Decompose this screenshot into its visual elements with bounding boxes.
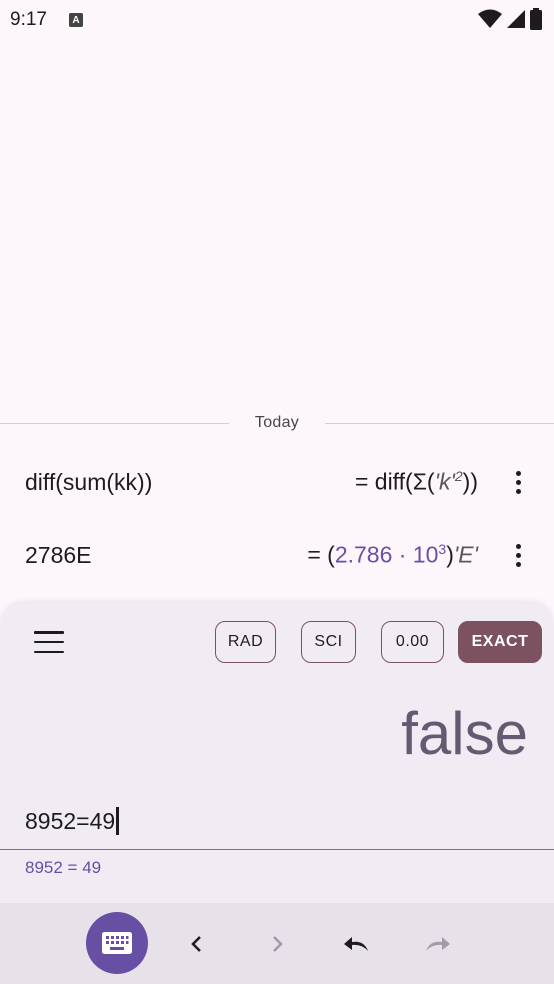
history-expression[interactable]: diff(sum(kk)) <box>25 469 152 496</box>
exact-mode-chip[interactable]: EXACT <box>458 621 542 663</box>
wifi-icon <box>478 9 502 28</box>
history-result[interactable]: = diff(Σ('k'2)) <box>355 468 478 496</box>
expression-input[interactable]: 8952=49 <box>25 807 119 835</box>
cursor-right-button[interactable] <box>260 927 294 961</box>
angle-mode-chip[interactable]: RAD <box>215 621 276 663</box>
cursor-left-button[interactable] <box>180 927 214 961</box>
bottom-toolbar <box>0 903 554 984</box>
notification-a-icon: A <box>68 13 83 27</box>
history-result[interactable]: = (2.786 · 103)'E' <box>307 541 478 569</box>
history-more-icon[interactable] <box>506 462 530 502</box>
redo-button[interactable] <box>420 927 454 961</box>
input-divider <box>0 849 554 850</box>
undo-button[interactable] <box>340 927 374 961</box>
result-variable: 'E' <box>453 541 478 568</box>
expression-preview: 8952 = 49 <box>25 858 102 877</box>
result-prefix: = diff(Σ( <box>354 468 435 495</box>
divider-line-left <box>0 422 229 424</box>
history-item[interactable]: diff(sum(kk)) = diff(Σ('k'2)) <box>0 452 554 512</box>
keyboard-toggle-button[interactable] <box>86 912 148 974</box>
result-close: ) <box>446 541 454 568</box>
chevron-left-icon <box>191 936 201 952</box>
keyboard-icon <box>102 932 132 954</box>
calculator-panel: RAD SCI 0.00 EXACT false 8952=49 8952 = … <box>0 603 554 903</box>
history-expression[interactable]: 2786E <box>25 542 92 569</box>
signal-icon <box>507 10 525 28</box>
history-item[interactable]: 2786E = (2.786 · 103)'E' <box>0 525 554 585</box>
history-more-icon[interactable] <box>506 535 530 575</box>
chevron-right-icon <box>273 936 283 952</box>
history-date-label: Today <box>254 414 300 431</box>
precision-chip[interactable]: 0.00 <box>381 621 444 663</box>
history-date-divider: Today <box>0 408 554 438</box>
status-icons <box>478 8 542 30</box>
result-display: false <box>401 700 528 767</box>
menu-icon[interactable] <box>34 631 64 653</box>
result-exponent: 2 <box>454 468 463 485</box>
result-variable: 'k' <box>434 468 455 495</box>
text-caret <box>116 807 119 835</box>
expression-text[interactable]: 8952=49 <box>25 808 115 835</box>
result-prefix: = ( <box>307 541 335 568</box>
result-suffix: )) <box>462 468 478 495</box>
divider-line-right <box>325 422 554 424</box>
undo-icon <box>344 937 368 951</box>
notation-mode-chip[interactable]: SCI <box>301 621 356 663</box>
result-mantissa: 2.786 · 10 <box>334 541 439 568</box>
redo-icon <box>426 937 450 951</box>
battery-icon <box>530 8 542 30</box>
status-time: 9:17 <box>10 9 47 30</box>
status-bar: 9:17 A <box>0 0 554 40</box>
